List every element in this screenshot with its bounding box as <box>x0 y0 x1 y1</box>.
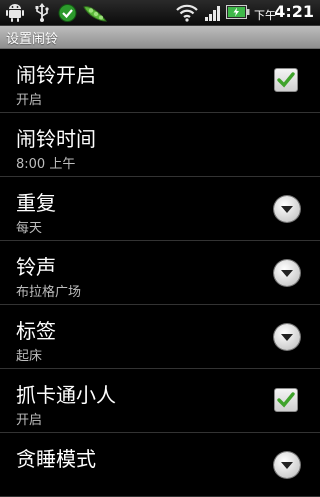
repeat-dropdown-button[interactable] <box>274 196 300 222</box>
wifi-icon <box>176 4 198 22</box>
checkmark-icon <box>277 72 295 88</box>
checkmark-icon <box>277 392 295 408</box>
status-bar: 下午 4:21 <box>0 0 320 26</box>
usb-icon <box>35 3 49 22</box>
list-item-label: 贪睡模式 <box>16 447 96 471</box>
list-item-label: 重复 <box>16 191 56 215</box>
ringtone-dropdown-button[interactable] <box>274 260 300 286</box>
status-clock: 4:21 <box>274 2 314 21</box>
list-item-ringtone[interactable]: 铃声 布拉格广场 <box>0 241 320 305</box>
chevron-down-icon <box>281 334 293 341</box>
list-item-repeat[interactable]: 重复 每天 <box>0 177 320 241</box>
alarm-enabled-checkbox[interactable] <box>274 68 300 94</box>
battery-charging-icon <box>226 5 250 19</box>
list-item-label: 标签 <box>16 319 56 343</box>
chevron-down-icon <box>281 206 293 213</box>
list-item-summary: 每天 <box>16 221 43 236</box>
list-item-summary: 布拉格广场 <box>16 285 82 300</box>
list-item-summary: 起床 <box>16 349 43 364</box>
list-item-summary: 8:00 上午 <box>16 157 76 172</box>
status-ampm: 下午 <box>254 9 276 22</box>
settings-list: 闹铃开启 开启 闹铃时间 8:00 上午 重复 每天 铃声 布拉格广场 标签 起… <box>0 49 320 497</box>
label-dropdown-button[interactable] <box>274 324 300 350</box>
list-item-alarm-enabled[interactable]: 闹铃开启 开启 <box>0 49 320 113</box>
chevron-down-icon <box>281 462 293 469</box>
title-bar: 设置闹铃 <box>0 26 320 49</box>
list-item-snooze-mode[interactable]: 贪睡模式 <box>0 433 320 497</box>
page-title: 设置闹铃 <box>6 32 59 47</box>
list-item-alarm-time[interactable]: 闹铃时间 8:00 上午 <box>0 113 320 177</box>
android-debug-icon <box>6 4 24 22</box>
list-item-catch-cartoon[interactable]: 抓卡通小人 开启 <box>0 369 320 433</box>
list-item-summary: 开启 <box>16 413 43 428</box>
green-check-icon <box>58 4 77 22</box>
catch-cartoon-checkbox[interactable] <box>274 388 300 414</box>
chevron-down-icon <box>281 270 293 277</box>
list-item-summary: 开启 <box>16 93 43 108</box>
snooze-dropdown-button[interactable] <box>274 452 300 478</box>
pea-pod-icon <box>83 6 108 22</box>
list-item-label: 铃声 <box>16 255 56 279</box>
list-item-label-setting[interactable]: 标签 起床 <box>0 305 320 369</box>
list-item-label: 闹铃时间 <box>16 127 96 151</box>
list-item-label: 抓卡通小人 <box>16 383 116 407</box>
list-item-label: 闹铃开启 <box>16 63 96 87</box>
signal-icon <box>205 6 220 21</box>
